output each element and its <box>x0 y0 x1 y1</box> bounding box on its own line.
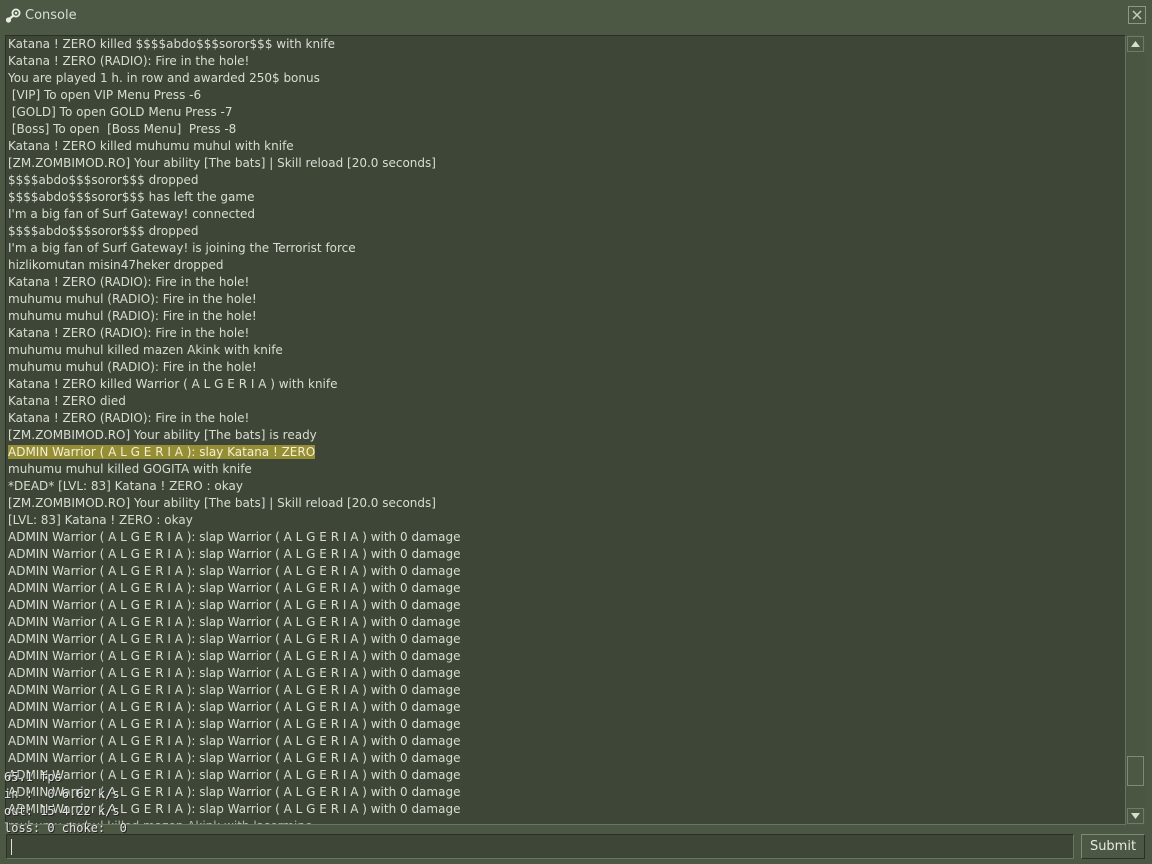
console-line: Katana ! ZERO (RADIO): Fire in the hole! <box>8 411 250 425</box>
console-line: Katana ! ZERO (RADIO): Fire in the hole! <box>8 326 250 340</box>
console-line: $$$$abdo$$$soror$$$ dropped <box>8 173 199 187</box>
command-input[interactable] <box>6 834 1074 859</box>
console-line: ADMIN Warrior ( A L G E R I A ): slap Wa… <box>8 547 461 561</box>
console-line: ADMIN Warrior ( A L G E R I A ): slap Wa… <box>8 581 461 595</box>
console-line: ADMIN Warrior ( A L G E R I A ): slap Wa… <box>8 530 461 544</box>
console-line: ADMIN Warrior ( A L G E R I A ): slap Wa… <box>8 649 461 663</box>
scroll-down-button[interactable] <box>1127 808 1144 824</box>
console-line: I'm a big fan of Surf Gateway! connected <box>8 207 255 221</box>
console-line: ADMIN Warrior ( A L G E R I A ): slay Ka… <box>8 445 316 459</box>
console-line: ADMIN Warrior ( A L G E R I A ): slap Wa… <box>8 632 461 646</box>
console-line: muhumu muhul (RADIO): Fire in the hole! <box>8 360 257 374</box>
console-output[interactable]: Katana ! ZERO killed $$$$abdo$$$soror$$$… <box>5 35 1126 825</box>
console-line: [ZM.ZOMBIMOD.RO] Your ability [The bats]… <box>8 156 436 170</box>
console-line: hizlikomutan misin47heker dropped <box>8 258 224 272</box>
net-out: out: 15 4.22 k/s <box>4 804 120 818</box>
console-line: ADMIN Warrior ( A L G E R I A ): slap Wa… <box>8 598 461 612</box>
console-line: $$$$abdo$$$soror$$$ dropped <box>8 224 199 238</box>
console-window: Console Katana ! ZERO killed $$$$abdo$$$… <box>0 0 1152 864</box>
console-line: [ZM.ZOMBIMOD.RO] Your ability [The bats]… <box>8 428 317 442</box>
console-line: ADMIN Warrior ( A L G E R I A ): slap Wa… <box>8 734 461 748</box>
text-caret <box>11 839 12 855</box>
console-line: Katana ! ZERO killed $$$$abdo$$$soror$$$… <box>8 37 336 51</box>
console-line: muhumu muhul (RADIO): Fire in the hole! <box>8 309 257 323</box>
console-line: *DEAD* [LVL: 83] Katana ! ZERO : okay <box>8 479 243 493</box>
title-bar[interactable]: Console <box>0 0 1152 32</box>
console-line: You are played 1 h. in row and awarded 2… <box>8 71 320 85</box>
console-line: [GOLD] To open GOLD Menu Press -7 <box>8 105 233 119</box>
console-line: ADMIN Warrior ( A L G E R I A ): slap Wa… <box>8 666 461 680</box>
scroll-up-button[interactable] <box>1127 36 1144 52</box>
console-line: ADMIN Warrior ( A L G E R I A ): slap Wa… <box>8 564 461 578</box>
scrollbar[interactable] <box>1126 35 1145 825</box>
console-line: ADMIN Warrior ( A L G E R I A ): slap Wa… <box>8 700 461 714</box>
close-button[interactable] <box>1128 6 1146 24</box>
scroll-thumb[interactable] <box>1127 756 1144 786</box>
console-line: Katana ! ZERO died <box>8 394 126 408</box>
console-line: ADMIN Warrior ( A L G E R I A ): slap Wa… <box>8 683 461 697</box>
console-line: I'm a big fan of Surf Gateway! is joinin… <box>8 241 356 255</box>
console-line: Katana ! ZERO (RADIO): Fire in the hole! <box>8 54 250 68</box>
console-line: muhumu muhul killed GOGITA with knife <box>8 462 252 476</box>
console-line: Katana ! ZERO killed Warrior ( A L G E R… <box>8 377 338 391</box>
console-line: [VIP] To open VIP Menu Press -6 <box>8 88 202 102</box>
console-line: $$$$abdo$$$soror$$$ has left the game <box>8 190 255 204</box>
steam-icon <box>4 7 22 25</box>
console-line: ADMIN Warrior ( A L G E R I A ): slap Wa… <box>8 615 461 629</box>
console-line: muhumu muhul killed mazen Akink with kni… <box>8 343 283 357</box>
net-fps: 65.1 fps <box>4 770 62 784</box>
console-line: ADMIN Warrior ( A L G E R I A ): slap Wa… <box>8 751 461 765</box>
close-icon <box>1132 10 1142 20</box>
console-line: muhumu muhul (RADIO): Fire in the hole! <box>8 292 257 306</box>
console-line: [LVL: 83] Katana ! ZERO : okay <box>8 513 193 527</box>
console-line: [ZM.ZOMBIMOD.RO] Your ability [The bats]… <box>8 496 436 510</box>
console-line: ADMIN Warrior ( A L G E R I A ): slap Wa… <box>8 717 461 731</box>
window-title: Console <box>25 8 77 23</box>
console-line: [Boss] To open [Boss Menu] Press -8 <box>8 122 237 136</box>
net-in: in : 0 6.62 k/s <box>4 787 120 801</box>
arrow-up-icon <box>1131 41 1140 47</box>
scroll-track[interactable] <box>1126 52 1145 808</box>
console-line: Katana ! ZERO (RADIO): Fire in the hole! <box>8 275 250 289</box>
console-lines: Katana ! ZERO killed $$$$abdo$$$soror$$$… <box>8 36 461 824</box>
net-graph: 65.1 fps in : 0 6.62 k/s out: 15 4.22 k/… <box>4 769 127 837</box>
arrow-down-icon <box>1131 813 1140 819</box>
console-line: Katana ! ZERO killed muhumu muhul with k… <box>8 139 294 153</box>
submit-button[interactable]: Submit <box>1081 834 1145 859</box>
